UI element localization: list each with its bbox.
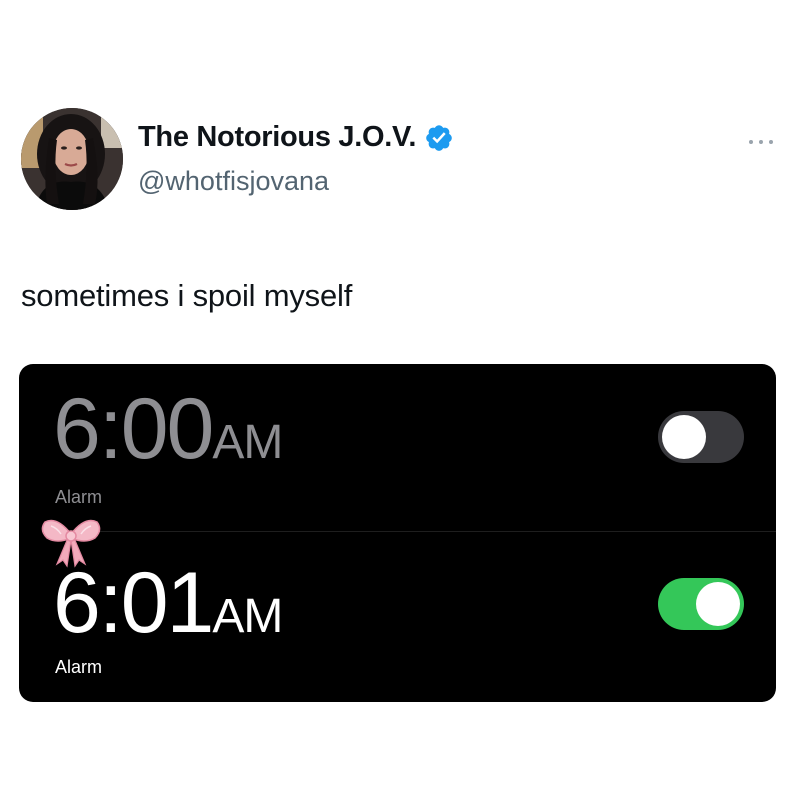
alarm-time-period: AM [212,416,283,469]
pink-bow-icon [41,519,101,568]
alarm-time: 6:01AM [53,560,283,646]
toggle-knob [696,582,740,626]
alarm-time: 6:00AM [53,386,283,472]
alarm-toggle-on[interactable] [658,578,744,630]
display-name[interactable]: The Notorious J.O.V. [138,121,416,154]
tweet-card: The Notorious J.O.V. @whotfisjovana some… [0,0,800,798]
alarm-toggle-off[interactable] [658,411,744,463]
dot [759,140,763,144]
author-name-row: The Notorious J.O.V. [138,121,454,154]
author-handle[interactable]: @whotfisjovana [138,166,329,197]
alarm-row: 6:00AM Alarm [19,364,776,532]
verified-badge-icon [426,124,452,151]
alarm-time-digits: 6:00 [53,381,214,477]
alarm-time-digits: 6:01 [53,555,214,651]
more-options-icon[interactable] [746,132,776,152]
alarm-time-period: AM [212,590,283,643]
tweet-media-image[interactable]: 6:00AM Alarm 6:01AM Alarm [19,364,776,702]
alarm-row: 6:01AM Alarm [19,532,776,700]
avatar[interactable] [21,108,123,210]
alarm-label: Alarm [55,657,103,677]
dot [749,140,753,144]
toggle-knob [662,415,706,459]
alarm-label: Alarm [55,487,103,507]
tweet-text: sometimes i spoil myself [21,278,353,313]
dot [769,140,773,144]
profile-photo-icon [21,108,123,210]
